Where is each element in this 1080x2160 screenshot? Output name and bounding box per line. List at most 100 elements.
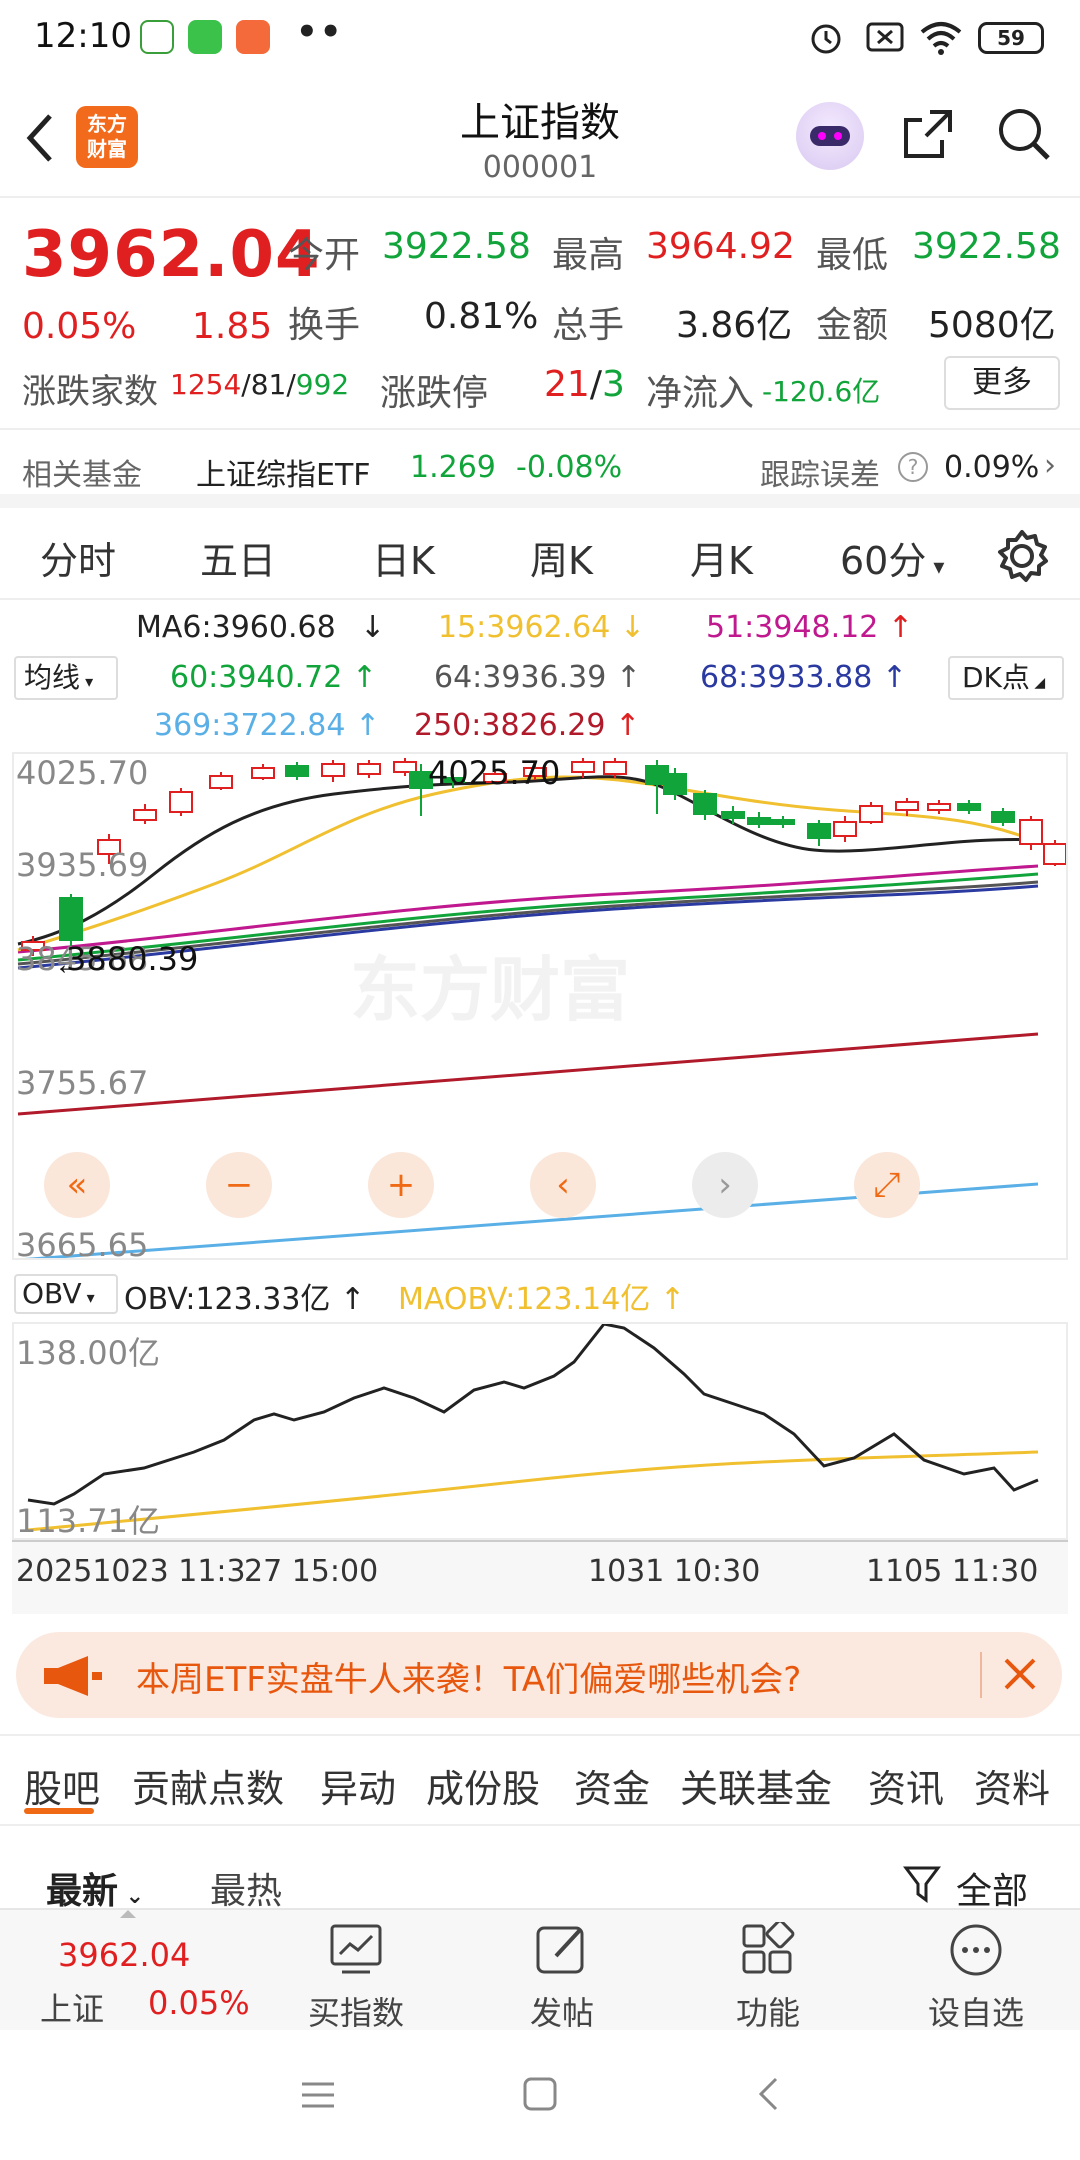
system-nav-bar <box>0 2030 1080 2160</box>
status-time: 12:10 <box>34 16 132 56</box>
ma369-value: 369:3722.84 ↑ <box>154 708 381 743</box>
obv-plot <box>27 1324 1039 1532</box>
obv-y-top: 138.00亿 <box>16 1334 160 1372</box>
tab-profile[interactable]: 资料 <box>974 1758 1050 1813</box>
ma250-line <box>17 1032 1039 1116</box>
sort-latest[interactable]: 最新 ⌄ <box>46 1862 144 1914</box>
candle-body <box>991 811 1015 823</box>
tab-60-min[interactable]: 60分 ▾ <box>840 530 944 585</box>
tab-news[interactable]: 资讯 <box>868 1758 944 1813</box>
nav-index-pct[interactable]: 0.05% <box>148 1984 250 2022</box>
back-nav-icon[interactable] <box>756 2076 780 2112</box>
tab-stock-forum[interactable]: 股吧 <box>24 1758 100 1813</box>
ma64-value: 64:3936.39 ↑ <box>434 660 642 695</box>
promo-banner[interactable]: 本周ETF实盘牛人来袭！TA们偏爱哪些机会? <box>16 1632 1062 1718</box>
y-label-1: 4025.70 <box>16 754 149 792</box>
current-price: 3962.04 <box>22 218 321 292</box>
open-value: 3922.58 <box>382 226 531 267</box>
menu-icon[interactable] <box>300 2080 336 2110</box>
home-icon[interactable] <box>522 2076 558 2112</box>
maobv-value: MAOBV:123.14亿 ↑ <box>398 1282 685 1317</box>
scroll-right-button[interactable]: › <box>692 1152 758 1218</box>
active-tab-indicator <box>24 1808 94 1814</box>
candle-body <box>747 817 771 825</box>
ma6-arrow-icon: ↓ <box>360 610 386 645</box>
tab-monthly-k[interactable]: 月K <box>690 530 753 585</box>
high-value: 3964.92 <box>646 226 795 267</box>
candle-body <box>603 761 627 775</box>
related-fund-row[interactable]: 相关基金 上证综指ETF 1.269 -0.08% 跟踪误差 ? 0.09% › <box>0 428 1080 508</box>
y-label-5: 3665.65 <box>16 1226 149 1264</box>
obv-y-bottom: 113.71亿 <box>16 1502 160 1540</box>
tab-constituents[interactable]: 成份股 <box>426 1758 540 1813</box>
zoom-in-button[interactable]: + <box>368 1152 434 1218</box>
status-bar: 12:10 •• 59 <box>0 0 1080 76</box>
fullscreen-button[interactable]: ⤢ <box>854 1152 920 1218</box>
nav-index-name[interactable]: 上证 <box>40 1984 104 2030</box>
ma-selector[interactable]: 均线 ▾ <box>14 656 118 700</box>
tab-five-day[interactable]: 五日 <box>200 530 276 585</box>
sort-hot[interactable]: 最热 <box>210 1862 282 1914</box>
content-tabs: 股吧 贡献点数 异动 成份股 资金 关联基金 资讯 资料 <box>0 1734 1080 1826</box>
ma6-value: MA6:3960.68 <box>136 610 336 645</box>
candle-body <box>285 765 309 777</box>
indicator-selector[interactable]: OBV ▾ <box>14 1274 118 1314</box>
filter-all[interactable]: 全部 <box>956 1862 1028 1914</box>
obv-value: OBV:123.33亿 ↑ <box>124 1282 366 1317</box>
tab-intraday[interactable]: 分时 <box>40 530 116 585</box>
alarm-icon <box>811 24 841 54</box>
limit-counts: 21/3 <box>544 364 625 405</box>
nav-index-price[interactable]: 3962.04 <box>58 1936 190 1974</box>
bottom-nav: 3962.04 上证 0.05% 买指数 发帖 功能 设自选 <box>0 1908 1080 2032</box>
ma15-value: 15:3962.64 ↓ <box>438 610 646 645</box>
amount-label: 金额 <box>816 305 889 346</box>
x-label-3: 1031 10:30 <box>588 1554 761 1589</box>
tab-related-funds[interactable]: 关联基金 <box>680 1758 832 1813</box>
open-label: 今开 <box>288 235 361 276</box>
tab-contribution[interactable]: 贡献点数 <box>132 1758 284 1813</box>
limit-label: 涨跌停 <box>380 373 489 414</box>
period-tabs: 分时 五日 日K 周K 月K 60分 ▾ <box>0 508 1080 600</box>
scroll-left-button[interactable]: ‹ <box>530 1152 596 1218</box>
settings-gear-icon[interactable] <box>994 528 1050 584</box>
candle-body <box>393 761 417 773</box>
more-button[interactable]: 更多 <box>944 356 1060 410</box>
related-fund-label: 相关基金 <box>22 458 142 493</box>
promo-text: 本周ETF实盘牛人来袭！TA们偏爱哪些机会? <box>136 1660 802 1700</box>
fund-change: -0.08% <box>516 450 623 485</box>
obv-chart[interactable]: 138.00亿 113.71亿 <box>12 1322 1068 1540</box>
tab-weekly-k[interactable]: 周K <box>530 530 593 585</box>
candle-body <box>807 823 831 839</box>
ma51-value: 51:3948.12 ↑ <box>706 610 914 645</box>
y-label-4: 3755.67 <box>16 1064 149 1102</box>
x-label-4: 1105 11:30 <box>866 1554 1039 1589</box>
close-icon[interactable] <box>1000 1654 1040 1694</box>
help-icon[interactable]: ? <box>898 452 928 482</box>
netflow-label: 净流入 <box>646 373 755 414</box>
app-header: 东方 财富 上证指数 000001 <box>0 76 1080 198</box>
tab-movement[interactable]: 异动 <box>320 1758 396 1813</box>
zoom-out-button[interactable]: − <box>206 1152 272 1218</box>
dk-point-button[interactable]: DK点 ◢ <box>948 656 1064 700</box>
change-percent: 0.05% <box>22 306 137 347</box>
search-icon[interactable] <box>996 106 1054 164</box>
low-marker: 3880.39 <box>66 940 199 978</box>
candle-body <box>209 775 233 789</box>
ma68-value: 68:3933.88 ↑ <box>700 660 908 695</box>
ai-assistant-icon[interactable] <box>796 102 864 170</box>
fast-rewind-button[interactable]: « <box>44 1152 110 1218</box>
candle-body <box>169 791 193 813</box>
tab-daily-k[interactable]: 日K <box>372 530 435 585</box>
tab-funds-flow[interactable]: 资金 <box>574 1758 650 1813</box>
more-circle-icon <box>950 1924 1002 1976</box>
low-label: 最低 <box>816 235 889 276</box>
shop-notification-icon <box>236 20 270 54</box>
candle-body <box>957 803 981 811</box>
filter-icon[interactable] <box>902 1864 942 1904</box>
edit-icon <box>536 1926 584 1974</box>
candle-body <box>721 811 745 819</box>
share-icon[interactable] <box>900 106 956 162</box>
candle-body <box>321 763 345 777</box>
kline-chart[interactable]: 东方财富 ← 4025.70 3935.69 3845.68 3755.67 3… <box>12 752 1068 1264</box>
high-label: 最高 <box>552 235 625 276</box>
